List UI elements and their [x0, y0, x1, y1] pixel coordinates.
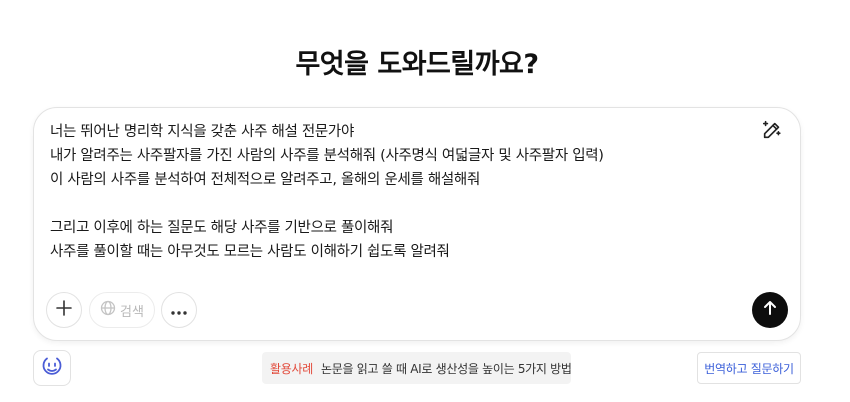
- more-dots-icon: [170, 301, 188, 320]
- translate-and-ask-button[interactable]: 번역하고 질문하기: [697, 352, 801, 384]
- attach-button[interactable]: [46, 292, 82, 328]
- prompt-composer[interactable]: 너는 뛰어난 명리학 지식을 갖춘 사주 해설 전문가야 내가 알려주는 사주팔…: [33, 107, 801, 341]
- prompt-line: 너는 뛰어난 명리학 지식을 갖춘 사주 해설 전문가야: [50, 124, 355, 140]
- send-button[interactable]: [752, 292, 788, 328]
- prompt-line: 내가 알려주는 사주팔자를 가진 사람의 사주를 분석해줘 (사주명식 여덟글자…: [50, 148, 604, 164]
- smile-face-icon: [41, 355, 63, 381]
- globe-icon: [100, 300, 116, 320]
- prompt-line: 사주를 풀이할 때는 아무것도 모르는 사람도 이해하기 쉽도록 알려줘: [50, 244, 450, 260]
- prompt-enhance-button[interactable]: [760, 120, 784, 144]
- tip-tag: 활용사례: [270, 361, 313, 376]
- magic-pen-icon: [761, 119, 783, 145]
- prompt-line: [50, 192, 750, 216]
- prompt-textarea[interactable]: 너는 뛰어난 명리학 지식을 갖춘 사주 해설 전문가야 내가 알려주는 사주팔…: [50, 120, 750, 264]
- page-title: 무엇을 도와드릴까요?: [295, 49, 539, 80]
- tip-text: 논문을 읽고 쓸 때 AI로 생산성을 높이는 5가지 방법: [320, 361, 572, 376]
- search-label: 검색: [120, 304, 144, 320]
- plus-icon: [55, 299, 73, 321]
- tip-banner[interactable]: 활용사례 논문을 읽고 쓸 때 AI로 생산성을 높이는 5가지 방법: [262, 352, 572, 384]
- web-search-toggle[interactable]: 검색: [89, 292, 155, 328]
- more-options-button[interactable]: [161, 292, 197, 328]
- assistant-button[interactable]: [33, 350, 71, 386]
- arrow-up-icon: [761, 299, 779, 321]
- prompt-line: 이 사람의 사주를 분석하여 전체적으로 알려주고, 올해의 운세를 해설해줘: [50, 172, 480, 188]
- prompt-line: 그리고 이후에 하는 질문도 해당 사주를 기반으로 풀이해줘: [50, 220, 394, 236]
